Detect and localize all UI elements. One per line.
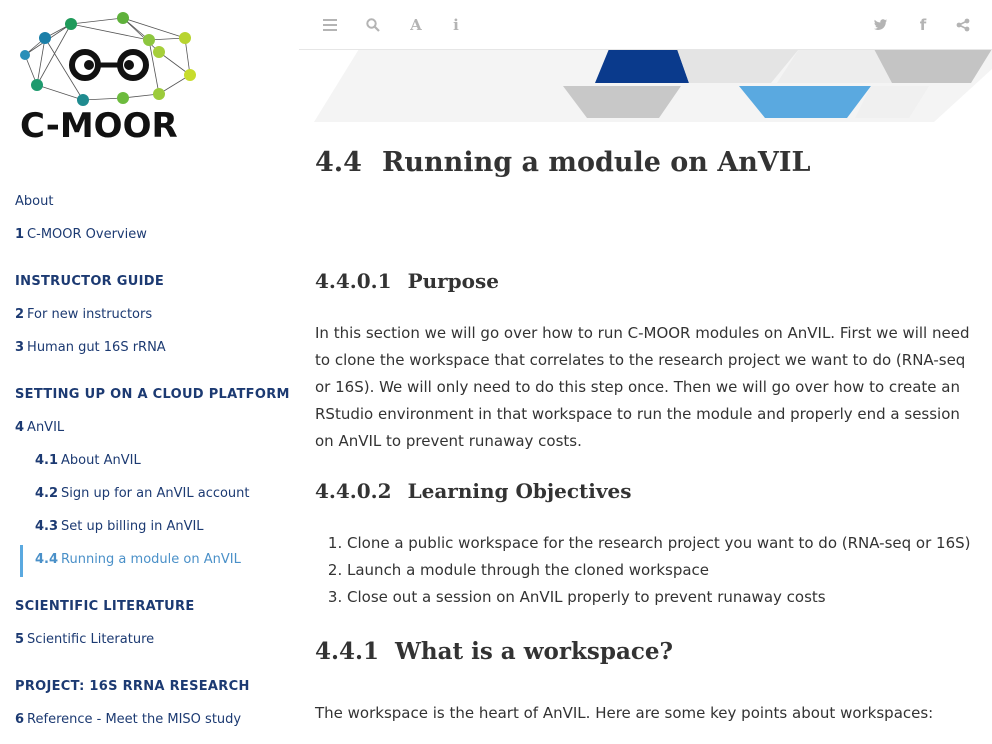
list-item: Clone a public workspace for the researc…	[347, 530, 987, 557]
purpose-heading-text: Purpose	[407, 269, 499, 293]
sidebar-item-label: Set up billing in AnVIL	[61, 519, 204, 534]
sidebar-item-label: About AnVIL	[61, 453, 141, 468]
share-icon[interactable]	[952, 14, 974, 36]
sidebar-item-label: C-MOOR Overview	[27, 227, 147, 242]
toolbar: A i f	[299, 0, 992, 50]
font-icon[interactable]: A	[405, 14, 427, 36]
objectives-heading-number: 4.4.0.2	[315, 479, 392, 503]
sidebar-item-human-gut-16s[interactable]: 3 Human gut 16S rRNA	[15, 340, 166, 355]
sidebar-item-label: AnVIL	[27, 420, 65, 435]
sidebar-item-number: 4.4	[35, 552, 59, 567]
active-indicator	[20, 545, 23, 577]
sidebar-header-cloud-platform: SETTING UP ON A CLOUD PLATFORM	[15, 387, 290, 402]
sidebar-item-label: For new instructors	[27, 307, 153, 322]
sidebar: C-MOOR About 1 C-MOOR Overview INSTRUCTOR…	[0, 0, 299, 744]
sidebar-item-number: 6	[15, 712, 25, 727]
sidebar-item-number: 2	[15, 307, 25, 322]
sidebar-item-about-anvil[interactable]: 4.1 About AnVIL	[35, 453, 141, 468]
sidebar-item-label: Human gut 16S rRNA	[27, 340, 166, 355]
sidebar-item-label: About	[15, 194, 54, 209]
sidebar-item-about[interactable]: About	[15, 194, 53, 209]
sidebar-item-anvil[interactable]: 4 AnVIL	[15, 420, 64, 435]
search-icon[interactable]	[362, 14, 384, 36]
menu-icon[interactable]	[319, 14, 341, 36]
workspace-heading: 4.4.1 What is a workspace?	[315, 638, 673, 665]
objectives-heading-text: Learning Objectives	[407, 479, 632, 503]
workspace-heading-text: What is a workspace?	[395, 638, 673, 665]
purpose-paragraph: In this section we will go over how to r…	[315, 324, 970, 450]
page-title: 4.4 Running a module on AnVIL	[315, 147, 810, 178]
sidebar-item-number: 4.3	[35, 519, 59, 534]
sidebar-item-running-module[interactable]: 4.4 Running a module on AnVIL	[35, 552, 241, 567]
workspace-heading-number: 4.4.1	[315, 638, 380, 665]
list-item: Launch a module through the cloned works…	[347, 557, 987, 584]
sidebar-item-for-new-instructors[interactable]: 2 For new instructors	[15, 307, 152, 322]
sidebar-item-c-moor-overview[interactable]: 1 C-MOOR Overview	[15, 227, 147, 242]
sidebar-header-project-16s: PROJECT: 16S RRNA RESEARCH	[15, 679, 250, 694]
sidebar-header-instructor-guide: INSTRUCTOR GUIDE	[15, 274, 165, 289]
sidebar-item-sign-up-anvil[interactable]: 4.2 Sign up for an AnVIL account	[35, 486, 250, 501]
facebook-icon[interactable]: f	[912, 14, 934, 36]
list-item: Close out a session on AnVIL properly to…	[347, 584, 987, 611]
sidebar-item-label: Reference - Meet the MISO study	[27, 712, 242, 727]
sidebar-item-number: 1	[15, 227, 25, 242]
sidebar-item-number: 4.2	[35, 486, 59, 501]
info-icon[interactable]: i	[445, 14, 467, 36]
sidebar-item-number: 4.1	[35, 453, 59, 468]
sidebar-item-number: 3	[15, 340, 25, 355]
sidebar-item-scientific-literature[interactable]: 5 Scientific Literature	[15, 632, 154, 647]
sidebar-item-label: Running a module on AnVIL	[61, 552, 241, 567]
sidebar-item-number: 4	[15, 420, 25, 435]
header-banner-image	[314, 49, 992, 122]
sidebar-item-billing-anvil[interactable]: 4.3 Set up billing in AnVIL	[35, 519, 204, 534]
page-title-number: 4.4	[315, 147, 362, 178]
logo-text: C-MOOR	[20, 106, 178, 146]
sidebar-item-number: 5	[15, 632, 25, 647]
sidebar-item-label: Sign up for an AnVIL account	[61, 486, 250, 501]
sidebar-item-label: Scientific Literature	[27, 632, 155, 647]
sidebar-header-scientific-literature: SCIENTIFIC LITERATURE	[15, 599, 195, 614]
purpose-heading: 4.4.0.1 Purpose	[315, 269, 499, 293]
twitter-icon[interactable]	[870, 14, 892, 36]
objectives-heading: 4.4.0.2 Learning Objectives	[315, 479, 631, 503]
objectives-list: Clone a public workspace for the researc…	[315, 530, 987, 611]
page-title-text: Running a module on AnVIL	[381, 147, 811, 178]
workspace-paragraph: The workspace is the heart of AnVIL. Her…	[315, 704, 934, 722]
purpose-heading-number: 4.4.0.1	[315, 269, 392, 293]
sidebar-item-meet-miso[interactable]: 6 Reference - Meet the MISO study	[15, 712, 241, 727]
